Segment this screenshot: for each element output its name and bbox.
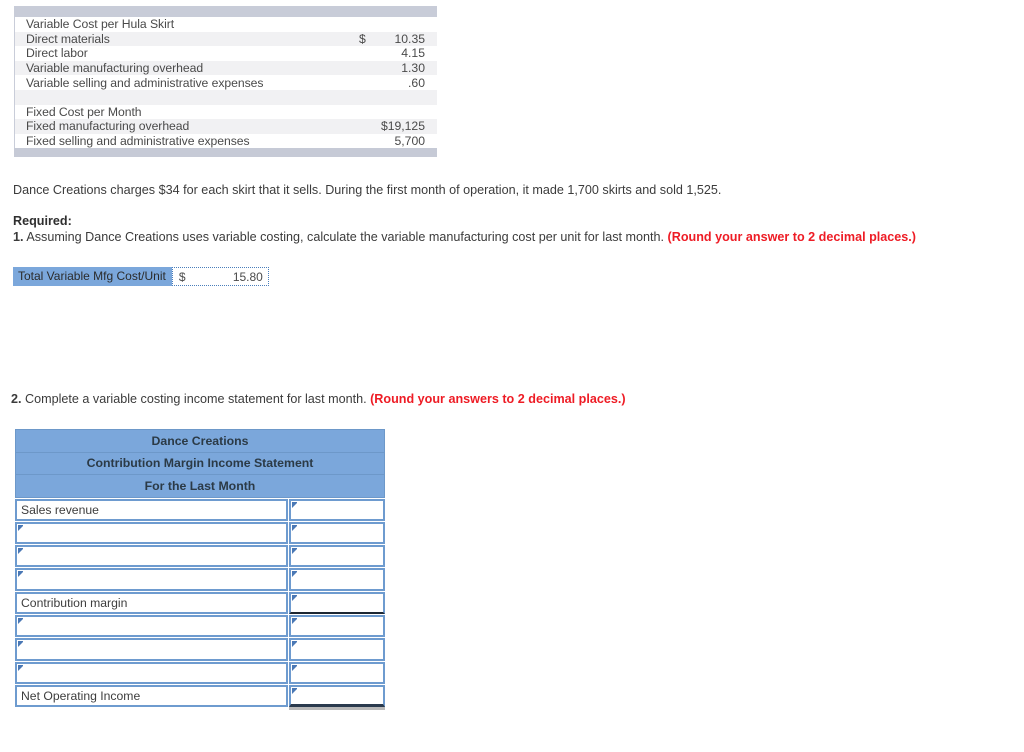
income-statement-amount-input[interactable] <box>289 568 385 591</box>
variable-cost-table: Variable Cost per Hula Skirt Direct mater… <box>14 6 437 158</box>
dropdown-triangle-icon[interactable] <box>292 524 297 531</box>
cost-row-value: 1.30 <box>401 61 425 76</box>
income-statement-header-line: For the Last Month <box>15 474 385 497</box>
question-1-text: 1. Assuming Dance Creations uses variabl… <box>13 230 916 244</box>
question-1-number: 1. <box>13 230 24 244</box>
cost-row-label: Direct labor <box>26 46 88 61</box>
narrative-text: Dance Creations charges $34 for each ski… <box>13 183 722 197</box>
cost-row: Direct materials $10.35 <box>15 31 437 47</box>
income-statement-account-input[interactable]: Sales revenue <box>15 498 288 521</box>
income-statement-account-input[interactable]: Contribution margin <box>15 591 288 614</box>
income-statement-amount-input[interactable] <box>289 661 385 684</box>
cost-row-value: .60 <box>408 75 425 90</box>
dropdown-triangle-icon[interactable] <box>18 641 23 648</box>
income-statement-account-input[interactable] <box>15 521 288 545</box>
cost-row-label: Fixed Cost per Month <box>26 104 142 119</box>
income-statement-amount-input[interactable] <box>289 521 385 545</box>
income-statement-row: Contribution margin <box>15 591 385 614</box>
income-statement-account-input[interactable] <box>15 568 288 591</box>
question-2-number: 2. <box>11 392 22 406</box>
dropdown-triangle-icon[interactable] <box>18 571 23 578</box>
income-statement-row <box>15 614 385 638</box>
cost-spacer-row <box>15 89 437 105</box>
income-statement-row: Sales revenue <box>15 498 385 521</box>
cost-row-label: Fixed manufacturing overhead <box>26 119 190 134</box>
income-statement-account-label: Contribution margin <box>21 595 128 610</box>
cost-table-top-band <box>14 6 437 17</box>
income-statement-row: Net Operating Income <box>15 684 385 708</box>
question-1-body: Assuming Dance Creations uses variable c… <box>23 230 668 244</box>
dropdown-triangle-icon[interactable] <box>18 524 23 531</box>
dropdown-triangle-icon[interactable] <box>292 641 297 648</box>
dropdown-triangle-icon[interactable] <box>292 571 297 578</box>
dropdown-triangle-icon[interactable] <box>18 548 23 555</box>
income-statement-row <box>15 521 385 545</box>
income-statement-account-input[interactable] <box>15 638 288 661</box>
income-statement-header-text: Dance Creations <box>151 433 249 448</box>
income-statement-header: Dance Creations Contribution Margin Incom… <box>15 429 385 498</box>
dropdown-triangle-icon[interactable] <box>292 687 297 694</box>
income-statement-account-input[interactable] <box>15 545 288 568</box>
contribution-margin-income-statement: Dance Creations Contribution Margin Incom… <box>15 429 385 708</box>
income-statement-amount-input[interactable] <box>289 684 385 708</box>
question-1-rounding-note: (Round your answer to 2 decimal places.) <box>667 230 916 244</box>
income-statement-amount-input[interactable] <box>289 591 385 614</box>
income-statement-account-input[interactable]: Net Operating Income <box>15 684 288 708</box>
question-2-rounding-note: (Round your answers to 2 decimal places.… <box>370 392 626 406</box>
currency-symbol: $ <box>178 269 186 284</box>
dropdown-triangle-icon[interactable] <box>292 594 297 601</box>
total-variable-mfg-cost-input[interactable]: $ 15.80 <box>171 267 269 286</box>
cost-row: Fixed Cost per Month <box>15 105 437 120</box>
income-statement-row <box>15 661 385 684</box>
total-variable-mfg-cost-label: Total Variable Mfg Cost/Unit <box>13 267 172 286</box>
cost-row-currency: $ <box>359 31 366 46</box>
income-statement-header-text: For the Last Month <box>144 478 256 493</box>
cost-row: Variable selling and administrative expe… <box>15 75 437 90</box>
required-heading: Required: <box>13 214 72 228</box>
cost-table-body: Variable Cost per Hula Skirt Direct mater… <box>14 17 437 149</box>
total-variable-mfg-cost-row: Total Variable Mfg Cost/Unit $ 15.80 <box>13 267 269 286</box>
income-statement-account-label: Sales revenue <box>21 502 99 517</box>
income-statement-row <box>15 638 385 661</box>
cost-row: Direct labor 4.15 <box>15 46 437 61</box>
cost-row-value: $19,125 <box>380 119 425 134</box>
cost-row-value: 10.35 <box>394 31 426 46</box>
cost-row: Fixed manufacturing overhead $19,125 <box>15 119 437 134</box>
dropdown-triangle-icon[interactable] <box>292 501 297 508</box>
income-statement-row <box>15 568 385 591</box>
cost-row-label: Variable Cost per Hula Skirt <box>26 17 175 32</box>
cost-row-label: Variable selling and administrative expe… <box>26 75 264 90</box>
cost-row-value: 4.15 <box>401 46 425 61</box>
income-statement-account-label: Net Operating Income <box>21 689 141 704</box>
dropdown-triangle-icon[interactable] <box>292 548 297 555</box>
dropdown-triangle-icon[interactable] <box>18 664 23 671</box>
income-statement-header-line: Dance Creations <box>15 429 385 452</box>
income-statement-header-line: Contribution Margin Income Statement <box>15 451 385 474</box>
income-statement-row <box>15 545 385 568</box>
income-statement-body: Sales revenue Contribution margin Net Oper… <box>15 498 385 708</box>
cost-row-value: 5,700 <box>394 134 426 149</box>
income-statement-amount-input[interactable] <box>289 498 385 521</box>
cost-row: Variable Cost per Hula Skirt <box>15 17 437 32</box>
income-statement-amount-input[interactable] <box>289 545 385 568</box>
total-variable-mfg-cost-value: 15.80 <box>232 269 263 284</box>
cost-row-label: Variable manufacturing overhead <box>26 61 204 76</box>
dropdown-triangle-icon[interactable] <box>292 617 297 624</box>
cost-row: Variable manufacturing overhead 1.30 <box>15 60 437 76</box>
cost-row: Fixed selling and administrative expense… <box>15 134 437 149</box>
cost-row-label: Fixed selling and administrative expense… <box>26 134 250 149</box>
income-statement-account-input[interactable] <box>15 614 288 638</box>
dropdown-triangle-icon[interactable] <box>292 664 297 671</box>
dropdown-triangle-icon[interactable] <box>18 617 23 624</box>
income-statement-account-input[interactable] <box>15 661 288 684</box>
income-statement-amount-input[interactable] <box>289 638 385 661</box>
income-statement-header-text: Contribution Margin Income Statement <box>86 456 314 471</box>
question-2-text: 2. Complete a variable costing income st… <box>11 392 626 406</box>
question-2-body: Complete a variable costing income state… <box>21 392 371 406</box>
cost-table-bottom-band <box>14 148 437 158</box>
income-statement-amount-input[interactable] <box>289 614 385 638</box>
cost-row-label: Direct materials <box>26 31 110 46</box>
